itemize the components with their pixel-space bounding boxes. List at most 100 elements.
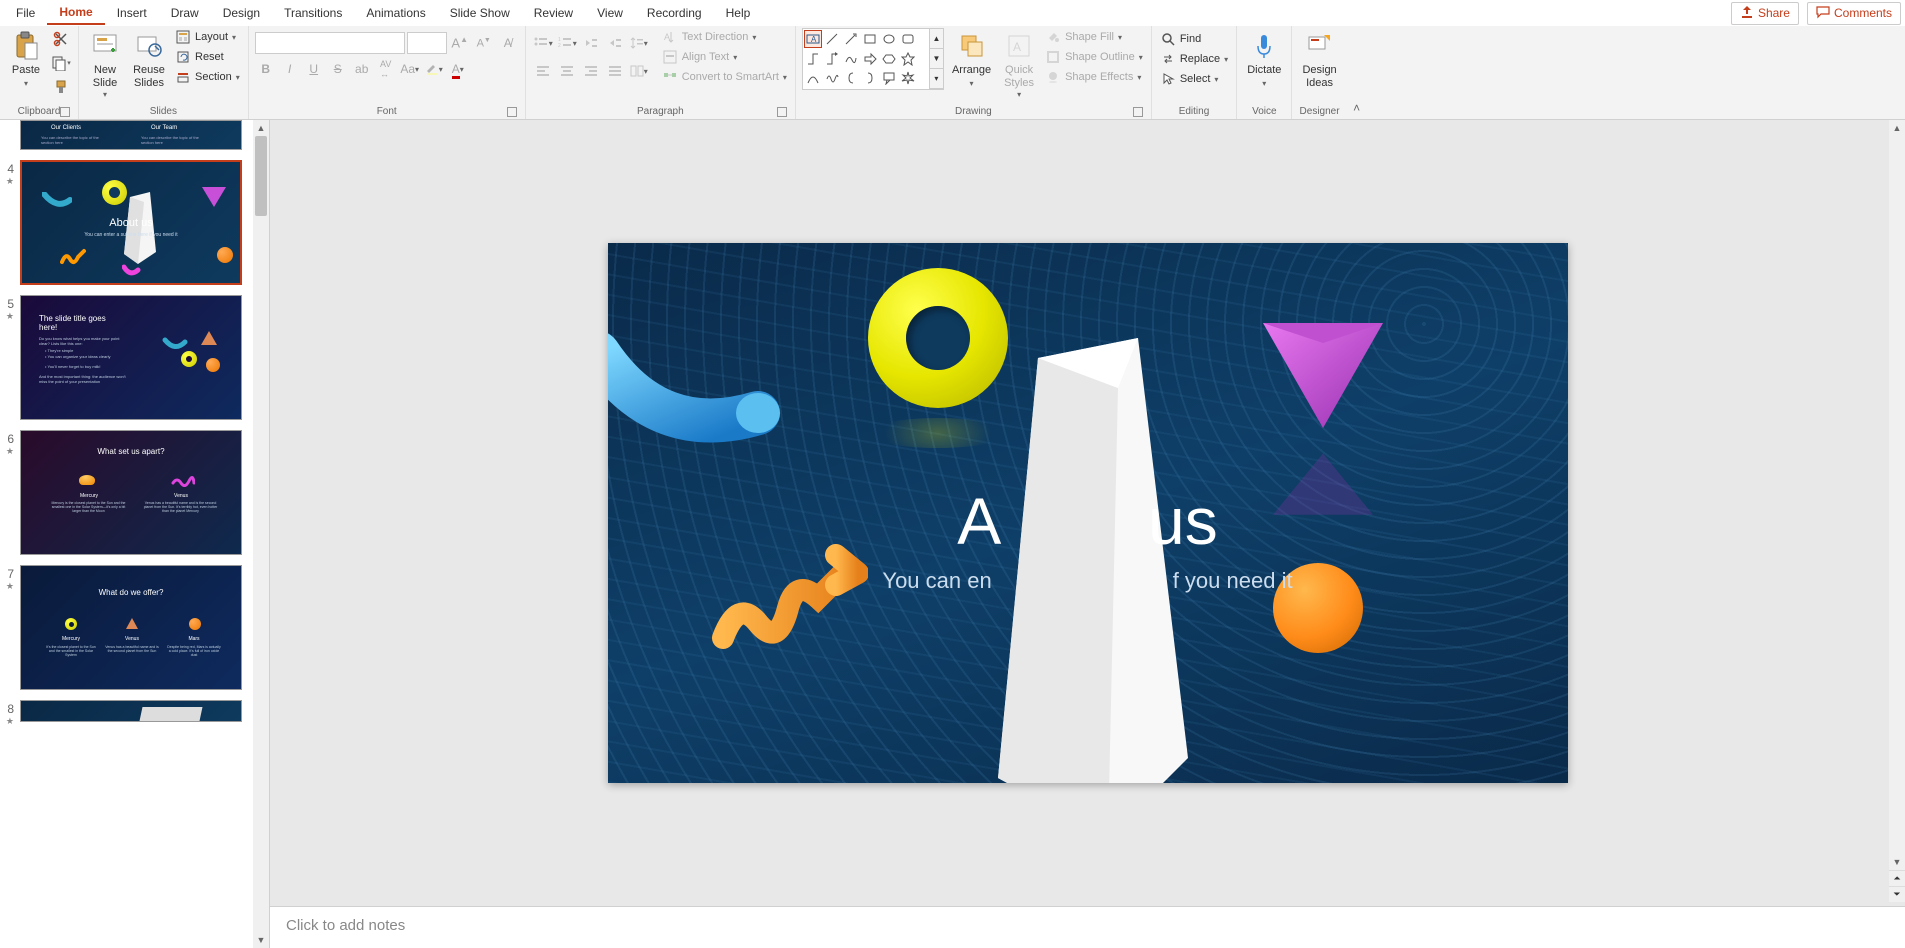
gallery-down-icon[interactable]: ▼ xyxy=(930,49,943,69)
white-prism-shape[interactable] xyxy=(978,338,1198,783)
convert-smartart-button[interactable]: Convert to SmartArt ▾ xyxy=(660,68,789,86)
shapes-gallery[interactable]: A xyxy=(802,28,930,90)
char-spacing-button[interactable]: AV↔ xyxy=(375,58,397,80)
decrease-indent-button[interactable] xyxy=(580,32,602,54)
section-button[interactable]: Section ▾ xyxy=(173,68,242,86)
shape-callout[interactable] xyxy=(880,69,898,87)
reuse-slides-button[interactable]: Reuse Slides xyxy=(129,28,169,92)
share-button[interactable]: Share xyxy=(1731,2,1799,25)
slide-thumbnail-4[interactable]: About us You can enter a subtitle here i… xyxy=(20,160,242,285)
numbering-button[interactable]: 12▾ xyxy=(556,32,578,54)
text-direction-button[interactable]: AText Direction ▾ xyxy=(660,28,789,46)
tab-animations[interactable]: Animations xyxy=(354,2,437,24)
tab-review[interactable]: Review xyxy=(522,2,585,24)
shape-block-arrow[interactable] xyxy=(861,50,879,68)
slide-thumbnail-3[interactable]: Our Clients Our Team You can describe th… xyxy=(20,120,242,150)
bullets-button[interactable]: ▾ xyxy=(532,32,554,54)
bold-button[interactable]: B xyxy=(255,58,277,80)
shape-fill-button[interactable]: Shape Fill ▾ xyxy=(1043,28,1145,46)
dictate-button[interactable]: Dictate▾ xyxy=(1243,28,1285,92)
paste-button[interactable]: Paste▾ xyxy=(6,28,46,92)
purple-cone-shape[interactable] xyxy=(1258,313,1388,433)
shape-rect[interactable] xyxy=(861,30,879,48)
copy-button[interactable]: ▾ xyxy=(50,52,72,74)
change-case-button[interactable]: Aa▾ xyxy=(399,58,421,80)
shape-hexagon[interactable] xyxy=(880,50,898,68)
shape-textbox[interactable]: A xyxy=(804,30,822,48)
new-slide-button[interactable]: New Slide ▾ xyxy=(85,28,125,101)
align-center-button[interactable] xyxy=(556,60,578,82)
paragraph-launcher[interactable] xyxy=(777,107,787,117)
align-text-button[interactable]: Align Text ▾ xyxy=(660,48,789,66)
strike-button[interactable]: S xyxy=(327,58,349,80)
clipboard-launcher[interactable] xyxy=(60,107,70,117)
shape-brace-right[interactable] xyxy=(861,69,879,87)
shape-freeform[interactable] xyxy=(842,50,860,68)
orange-squiggle-shape[interactable] xyxy=(708,543,868,663)
font-name-input[interactable] xyxy=(255,32,405,54)
notes-pane[interactable]: Click to add notes xyxy=(270,906,1905,948)
reset-button[interactable]: Reset xyxy=(173,48,242,66)
clear-formatting-button[interactable]: A̸ xyxy=(497,32,519,54)
shape-star[interactable] xyxy=(899,50,917,68)
drawing-launcher[interactable] xyxy=(1133,107,1143,117)
replace-button[interactable]: Replace ▾ xyxy=(1158,50,1230,68)
tab-slideshow[interactable]: Slide Show xyxy=(438,2,522,24)
shape-scribble[interactable] xyxy=(823,69,841,87)
quick-styles-button[interactable]: A Quick Styles ▾ xyxy=(999,28,1039,101)
slide-thumbnail-5[interactable]: The slide title goes here! Do you know w… xyxy=(20,295,242,420)
editor-scroll-track[interactable] xyxy=(1889,136,1905,854)
tab-file[interactable]: File xyxy=(4,2,47,24)
shape-outline-button[interactable]: Shape Outline ▾ xyxy=(1043,48,1145,66)
shape-action-star[interactable] xyxy=(899,69,917,87)
font-size-input[interactable] xyxy=(407,32,447,54)
prev-slide-button[interactable]: ⏶ xyxy=(1889,870,1905,886)
font-color-button[interactable]: A▾ xyxy=(447,58,469,80)
editor-vertical-scrollbar[interactable]: ▲ ▼ ⏶ ⏷ xyxy=(1889,120,1905,902)
tab-recording[interactable]: Recording xyxy=(635,2,714,24)
slide-canvas[interactable]: About us You can enter a subtitle here i… xyxy=(608,243,1568,783)
columns-button[interactable]: ▾ xyxy=(628,60,650,82)
cut-button[interactable] xyxy=(50,28,72,50)
align-right-button[interactable] xyxy=(580,60,602,82)
design-ideas-button[interactable]: Design Ideas xyxy=(1298,28,1340,92)
format-painter-button[interactable] xyxy=(50,76,72,98)
justify-button[interactable] xyxy=(604,60,626,82)
arrange-button[interactable]: Arrange▾ xyxy=(948,28,995,92)
tab-insert[interactable]: Insert xyxy=(105,2,159,24)
scroll-down-icon[interactable]: ▼ xyxy=(253,932,269,948)
shape-arrow-connector[interactable] xyxy=(823,50,841,68)
shape-oval[interactable] xyxy=(880,30,898,48)
gallery-up-icon[interactable]: ▲ xyxy=(930,29,943,49)
italic-button[interactable]: I xyxy=(279,58,301,80)
scroll-thumb[interactable] xyxy=(255,136,267,216)
slide-title-text[interactable]: About us xyxy=(608,483,1568,559)
shapes-gallery-scroll[interactable]: ▲ ▼ ▾ xyxy=(930,28,944,90)
underline-button[interactable]: U xyxy=(303,58,325,80)
increase-font-button[interactable]: A▲ xyxy=(449,32,471,54)
slide-thumbnail-6[interactable]: What set us apart? Mercury Venus Mercury… xyxy=(20,430,242,555)
find-button[interactable]: Find xyxy=(1158,30,1230,48)
shape-line[interactable] xyxy=(823,30,841,48)
tab-view[interactable]: View xyxy=(585,2,635,24)
tab-home[interactable]: Home xyxy=(47,1,104,25)
scroll-up-icon[interactable]: ▲ xyxy=(253,120,269,136)
next-slide-button[interactable]: ⏷ xyxy=(1889,886,1905,902)
comments-button[interactable]: Comments xyxy=(1807,2,1901,25)
gallery-more-icon[interactable]: ▾ xyxy=(930,69,943,89)
thumbnail-scrollbar[interactable]: ▲ ▼ xyxy=(253,120,269,948)
align-left-button[interactable] xyxy=(532,60,554,82)
line-spacing-button[interactable]: ▾ xyxy=(628,32,650,54)
shape-curve[interactable] xyxy=(804,69,822,87)
shape-rounded-rect[interactable] xyxy=(899,30,917,48)
tab-design[interactable]: Design xyxy=(211,2,272,24)
collapse-ribbon-button[interactable]: ˄ xyxy=(1347,26,1367,119)
slide-subtitle-text[interactable]: You can enter a subtitle here if you nee… xyxy=(608,568,1568,594)
slide-thumbnail-7[interactable]: What do we offer? Mercury Venus Mars It'… xyxy=(20,565,242,690)
shape-arrow-line[interactable] xyxy=(842,30,860,48)
select-button[interactable]: Select ▾ xyxy=(1158,70,1230,88)
highlight-button[interactable]: ▾ xyxy=(423,58,445,80)
font-launcher[interactable] xyxy=(507,107,517,117)
shape-connector[interactable] xyxy=(804,50,822,68)
shadow-button[interactable]: ab xyxy=(351,58,373,80)
